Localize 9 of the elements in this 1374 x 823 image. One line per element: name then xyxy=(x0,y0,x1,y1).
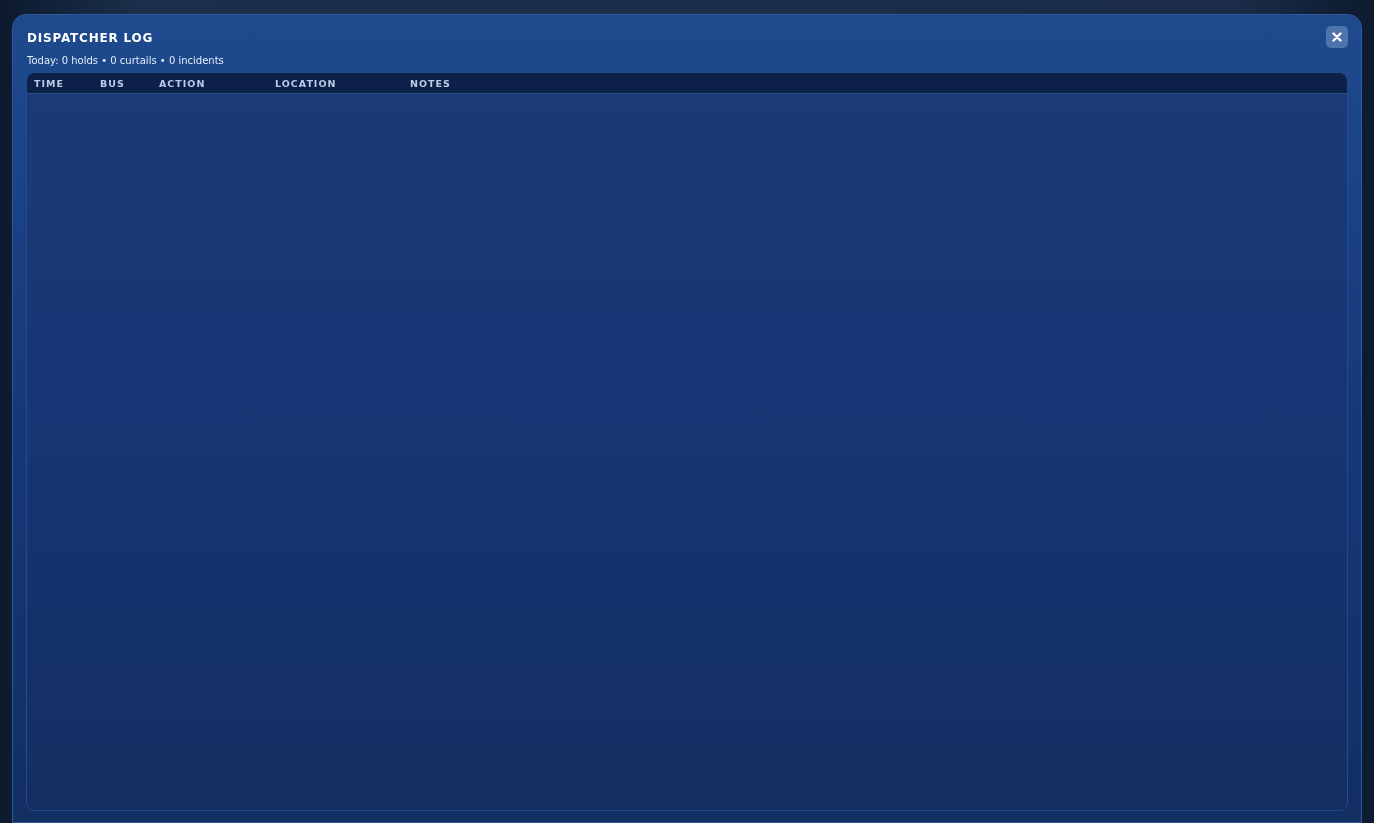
column-header: TIME xyxy=(34,77,65,89)
summary-text: Today: 0 holds • 0 curtails • 0 incidents xyxy=(27,55,225,66)
column-header: ACTION xyxy=(159,77,207,89)
close-button[interactable] xyxy=(1326,26,1348,48)
close-icon xyxy=(1332,32,1342,42)
column-header: LOCATION xyxy=(275,77,338,89)
column-header: NOTES xyxy=(410,77,451,89)
window-title: DISPATCHER LOG xyxy=(26,30,154,45)
column-header: BUS xyxy=(100,77,126,89)
